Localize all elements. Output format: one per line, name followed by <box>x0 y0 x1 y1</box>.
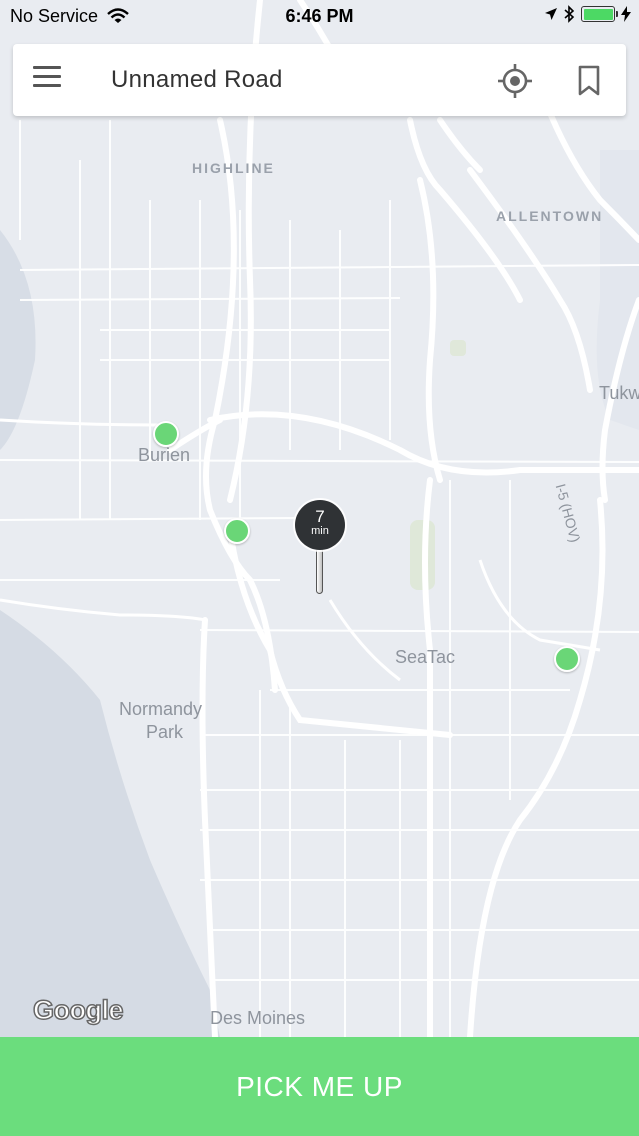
pick-me-up-button[interactable]: PICK ME UP <box>0 1037 639 1136</box>
driver-marker <box>554 646 580 672</box>
charging-bolt-icon <box>621 6 631 22</box>
battery-icon <box>581 6 618 22</box>
location-search-bar[interactable]: Unnamed Road <box>13 44 626 116</box>
map-label-park: Park <box>146 722 184 742</box>
map-view[interactable]: HIGHLINE ALLENTOWN Tukw Burien I-5 (HOV)… <box>0 0 639 1136</box>
bookmark-icon[interactable] <box>575 64 603 98</box>
map-label-tukwila: Tukw <box>599 383 639 403</box>
pickup-pin-eta[interactable]: 7 min <box>295 500 345 550</box>
status-bar: No Service 6:46 PM <box>0 0 639 34</box>
status-right-icons <box>544 5 631 23</box>
map-label-burien: Burien <box>138 445 191 465</box>
driver-marker <box>224 518 250 544</box>
eta-value: 7 <box>315 507 325 526</box>
battery-fill <box>583 8 613 20</box>
crosshair-locate-icon[interactable] <box>497 63 533 99</box>
map-label-des-moines: Des Moines <box>210 1008 306 1028</box>
bluetooth-icon <box>564 5 575 23</box>
map-label-allentown: ALLENTOWN <box>496 208 604 224</box>
pickup-location-text[interactable]: Unnamed Road <box>111 66 283 94</box>
pickup-pin-stick <box>316 548 323 594</box>
map-label-normandy: Normandy <box>119 699 203 719</box>
hamburger-menu-icon[interactable] <box>33 66 63 94</box>
eta-unit: min <box>311 525 329 537</box>
location-arrow-icon <box>545 8 557 20</box>
map-label-seatac: SeaTac <box>395 647 456 667</box>
google-logo: Google <box>32 994 124 1026</box>
driver-marker <box>153 421 179 447</box>
map-label-highline: HIGHLINE <box>192 160 275 176</box>
